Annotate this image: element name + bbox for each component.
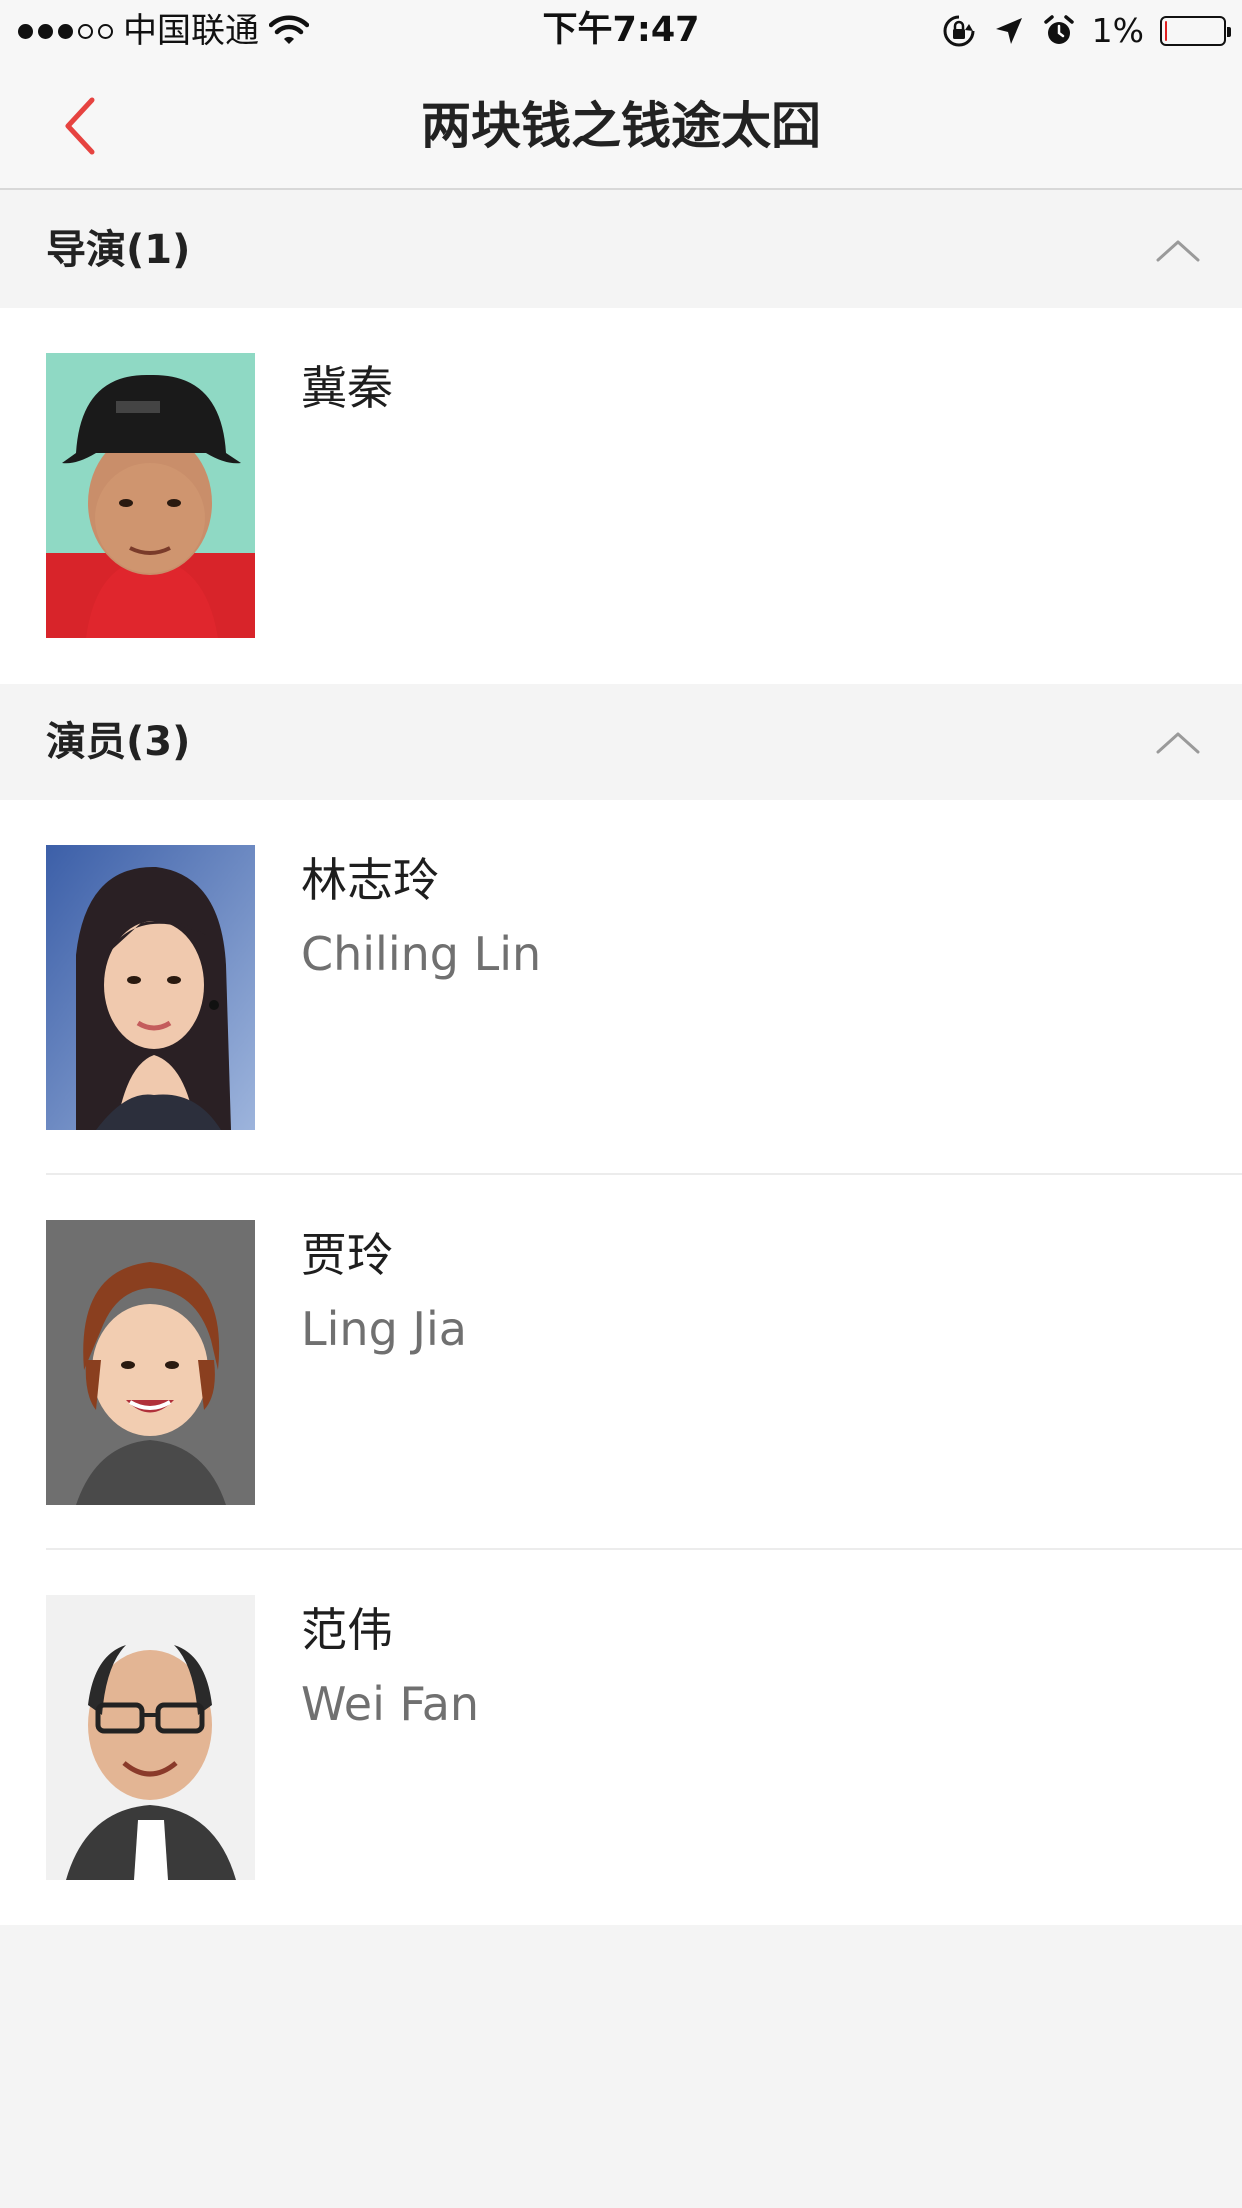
battery-level (1165, 21, 1167, 41)
page-title: 两块钱之钱途太囧 (421, 97, 821, 155)
person-photo (46, 1595, 255, 1880)
location-arrow-icon (995, 18, 1022, 44)
battery-icon (1160, 16, 1231, 46)
chevron-up-icon (1156, 240, 1200, 262)
section-header-director[interactable]: 导演(1) (0, 192, 1242, 308)
person-name-cn: 林志玲 (301, 853, 439, 907)
alarm-icon (1043, 15, 1074, 44)
list-item[interactable]: 林志玲 Chiling Lin (0, 800, 1242, 1175)
chevron-up-icon (1156, 732, 1200, 754)
nav-bar: 两块钱之钱途太囧 (0, 62, 1242, 190)
person-photo (46, 1220, 255, 1505)
person-name-en: Wei Fan (301, 1677, 480, 1731)
cast-list: 林志玲 Chiling Lin 贾玲 Ling Jia 范伟 Wei Fan (0, 800, 1242, 1925)
section-header-cast[interactable]: 演员(3) (0, 684, 1242, 800)
list-item[interactable]: 贾玲 Ling Jia (0, 1175, 1242, 1550)
section-title: 演员(3) (46, 719, 191, 765)
person-photo (46, 353, 255, 638)
person-photo (46, 845, 255, 1130)
person-name-cn: 冀秦 (301, 361, 393, 415)
person-name-en: Chiling Lin (301, 927, 542, 981)
list-item[interactable]: 范伟 Wei Fan (0, 1550, 1242, 1925)
status-right: 1% (942, 10, 1231, 52)
rotation-lock-icon (943, 15, 975, 47)
director-list: 冀秦 (0, 308, 1242, 684)
status-bar: 中国联通 下午7:47 1% (0, 0, 1242, 62)
credits-list: 导演(1) 冀秦 演员(3) 林志玲 Chiling Lin 贾玲 Ling J… (0, 192, 1242, 1925)
list-item[interactable]: 冀秦 (0, 308, 1242, 684)
section-title: 导演(1) (46, 227, 191, 273)
person-name-cn: 范伟 (301, 1603, 393, 1657)
person-name-cn: 贾玲 (301, 1228, 393, 1282)
battery-percent: 1% (1091, 11, 1144, 50)
person-name-en: Ling Jia (301, 1302, 467, 1356)
